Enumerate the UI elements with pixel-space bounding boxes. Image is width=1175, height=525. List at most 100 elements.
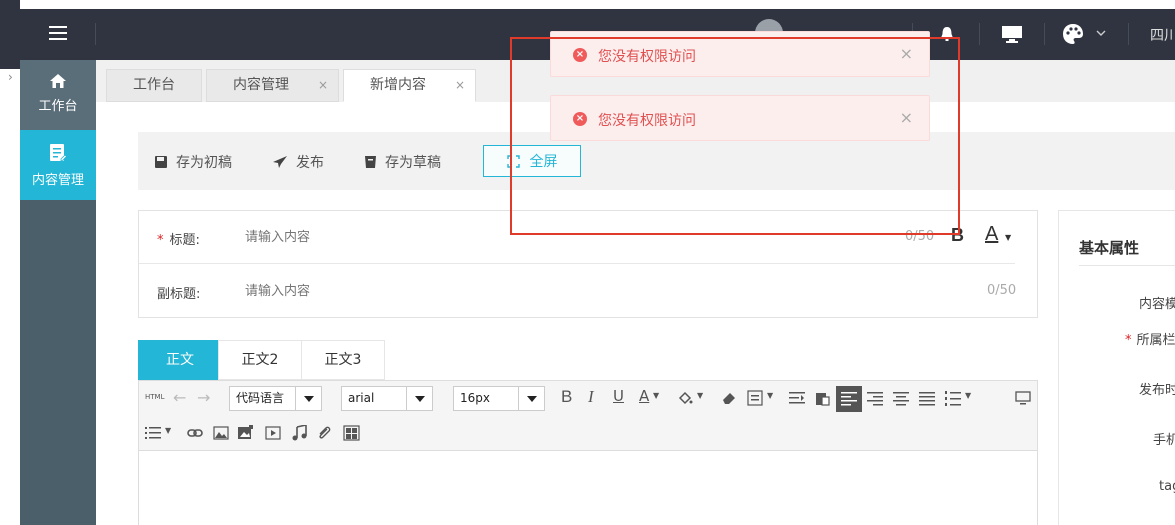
- monitor-icon[interactable]: [1001, 25, 1023, 43]
- close-icon[interactable]: ×: [900, 108, 913, 127]
- chevron-down-icon: [295, 387, 321, 410]
- fullscreen-icon: [506, 154, 520, 168]
- chevron-down-icon: [406, 387, 432, 410]
- draft-icon: [365, 156, 376, 168]
- publish-time-label: 发布时: [1139, 383, 1175, 398]
- close-icon[interactable]: ×: [318, 70, 328, 101]
- video-icon[interactable]: [265, 426, 281, 440]
- send-icon: [273, 156, 287, 168]
- sidebar: 工作台 内容管理: [20, 60, 96, 525]
- caret-down-icon[interactable]: ▼: [165, 426, 171, 435]
- caret-down-icon[interactable]: ▼: [697, 391, 703, 400]
- select-value: 16px: [460, 391, 490, 405]
- align-justify-icon[interactable]: [919, 392, 935, 406]
- font-family-select[interactable]: arial: [341, 386, 433, 411]
- error-toast: × 您没有权限访问 ×: [550, 31, 930, 77]
- select-value: arial: [348, 391, 375, 405]
- redo-icon[interactable]: →: [197, 388, 210, 407]
- region-selector[interactable]: 四川: [1150, 25, 1175, 45]
- multi-image-icon[interactable]: [237, 425, 254, 440]
- eraser-icon[interactable]: [721, 391, 737, 405]
- tab-add-content[interactable]: 新增内容 ×: [343, 69, 476, 102]
- font-color-icon[interactable]: A: [639, 387, 649, 405]
- button-label: 存为初稿: [176, 155, 232, 171]
- tab-label: 内容管理: [233, 77, 289, 93]
- divider: [1128, 23, 1129, 45]
- rich-text-editor: HTML ← → 代码语言 arial 16px B I U A ▼ ▼ ▼ ▼…: [138, 380, 1038, 525]
- editor-body[interactable]: [139, 452, 1037, 525]
- button-label: 全屏: [529, 154, 558, 170]
- italic-icon[interactable]: I: [588, 387, 594, 407]
- content-model-label: 内容模: [1139, 297, 1175, 312]
- sidebar-item-content-management[interactable]: 内容管理: [20, 130, 96, 200]
- subtitle-label: 副标题:: [157, 287, 201, 302]
- publish-button[interactable]: 发布: [272, 152, 324, 172]
- music-icon[interactable]: [291, 425, 307, 441]
- divider: [1044, 23, 1045, 45]
- unordered-list-icon[interactable]: [145, 426, 161, 440]
- caret-down-icon[interactable]: ▼: [653, 391, 659, 400]
- font-size-select[interactable]: 16px: [453, 386, 545, 411]
- close-icon[interactable]: ×: [455, 70, 465, 101]
- document-edit-icon: [50, 144, 67, 161]
- font-color-icon[interactable]: A: [985, 223, 998, 246]
- save-initial-button[interactable]: 存为初稿: [154, 152, 232, 172]
- toast-message: 您没有权限访问: [598, 113, 696, 129]
- paste-icon[interactable]: [815, 390, 830, 406]
- align-center-icon[interactable]: [893, 392, 909, 406]
- gallery-icon[interactable]: [343, 425, 360, 441]
- fullscreen-button[interactable]: 全屏: [483, 145, 581, 177]
- align-right-icon[interactable]: [867, 392, 883, 406]
- column-label-text: 所属栏: [1136, 333, 1175, 348]
- fill-color-icon[interactable]: [677, 390, 693, 406]
- bell-icon[interactable]: [940, 26, 954, 42]
- title-input[interactable]: [245, 225, 885, 249]
- underline-icon[interactable]: U: [613, 387, 624, 405]
- toast-message: 您没有权限访问: [598, 49, 696, 65]
- divider: [1079, 265, 1175, 266]
- home-icon: [50, 74, 66, 88]
- sidebar-item-workbench[interactable]: 工作台: [20, 60, 96, 130]
- bold-icon[interactable]: B: [561, 387, 572, 407]
- basic-properties-panel: 基本属性 内容模 * 所属栏 发布时 手机 tag: [1058, 210, 1175, 525]
- code-language-select[interactable]: 代码语言: [229, 386, 322, 411]
- chevron-down-icon[interactable]: [1096, 28, 1106, 38]
- indent-icon[interactable]: [789, 392, 805, 405]
- paragraph-format-icon[interactable]: [747, 390, 763, 406]
- tab-body-3[interactable]: 正文3: [301, 340, 385, 380]
- menu-toggle-icon[interactable]: [49, 26, 67, 40]
- palette-icon[interactable]: [1062, 23, 1084, 45]
- error-icon: ×: [573, 112, 587, 126]
- caret-down-icon[interactable]: ▼: [965, 391, 971, 400]
- image-icon[interactable]: [213, 426, 229, 440]
- html-source-button[interactable]: HTML: [145, 393, 164, 401]
- align-left-button[interactable]: [836, 386, 862, 412]
- ordered-list-icon[interactable]: [945, 391, 961, 406]
- chevron-right-icon[interactable]: ›: [8, 70, 13, 84]
- save-icon: [155, 156, 167, 168]
- caret-down-icon[interactable]: ▼: [767, 391, 773, 400]
- column-label: * 所属栏: [1125, 329, 1175, 348]
- undo-icon[interactable]: ←: [173, 388, 186, 407]
- tab-content-management[interactable]: 内容管理 ×: [206, 69, 339, 102]
- link-icon[interactable]: [187, 427, 203, 439]
- button-label: 发布: [296, 155, 324, 171]
- tab-body-1[interactable]: 正文: [138, 340, 222, 380]
- attachment-icon[interactable]: [317, 425, 331, 441]
- panel-title: 基本属性: [1079, 239, 1140, 257]
- tab-workbench[interactable]: 工作台: [106, 69, 202, 102]
- close-icon[interactable]: ×: [900, 44, 913, 63]
- sidebar-item-label: 内容管理: [31, 173, 84, 188]
- chevron-down-icon: [518, 387, 544, 410]
- required-mark: *: [157, 233, 164, 248]
- subtitle-row: 副标题: 0/50: [139, 265, 1037, 318]
- select-value: 代码语言: [236, 391, 285, 405]
- sidebar-item-label: 工作台: [38, 99, 78, 114]
- subtitle-input[interactable]: [245, 279, 885, 303]
- caret-down-icon[interactable]: ▼: [1005, 233, 1011, 242]
- tag-label: tag: [1159, 479, 1175, 494]
- preview-icon[interactable]: [1015, 391, 1031, 405]
- save-draft-button[interactable]: 存为草稿: [364, 152, 441, 172]
- tab-body-2[interactable]: 正文2: [218, 340, 302, 380]
- bold-icon[interactable]: B: [951, 225, 964, 246]
